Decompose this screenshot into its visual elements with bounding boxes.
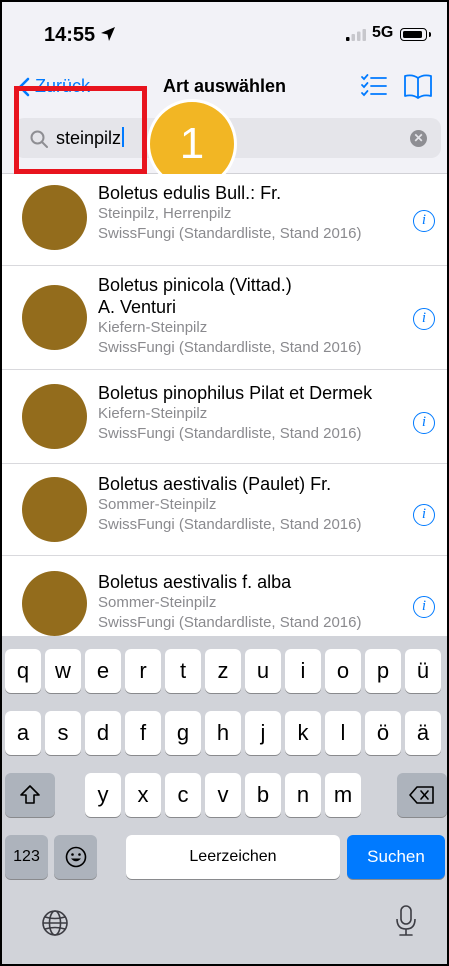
info-icon[interactable]: i bbox=[413, 210, 435, 232]
list-item[interactable]: Boletus aestivalis (Paulet) Fr. Sommer-S… bbox=[2, 464, 447, 556]
species-name: Boletus pinicola (Vittad.) bbox=[98, 275, 292, 295]
species-thumbnail bbox=[22, 285, 87, 350]
species-source: SwissFungi (Standardliste, Stand 2016) bbox=[98, 516, 362, 533]
key[interactable]: s bbox=[45, 711, 81, 755]
key[interactable]: j bbox=[245, 711, 281, 755]
common-name: Steinpilz, Herrenpilz bbox=[98, 205, 232, 222]
common-name: Sommer-Steinpilz bbox=[98, 594, 217, 611]
checklist-icon[interactable] bbox=[360, 72, 388, 100]
key[interactable]: y bbox=[85, 773, 121, 817]
species-thumbnail bbox=[22, 571, 87, 636]
species-name: Boletus aestivalis (Paulet) Fr. bbox=[98, 474, 332, 494]
list-item[interactable]: Boletus edulis Bull.: Fr. Steinpilz, Her… bbox=[2, 174, 447, 266]
results-list: Boletus edulis Bull.: Fr. Steinpilz, Her… bbox=[2, 174, 447, 636]
species-thumbnail bbox=[22, 185, 87, 250]
key[interactable]: q bbox=[5, 649, 41, 693]
location-arrow-icon bbox=[101, 27, 115, 41]
key[interactable]: d bbox=[85, 711, 121, 755]
species-name: Boletus aestivalis f. alba bbox=[98, 572, 292, 592]
app-frame: 14:55 5G Zurück Art auswählen steinpilz … bbox=[0, 0, 449, 966]
key[interactable]: u bbox=[245, 649, 281, 693]
species-source: SwissFungi (Standardliste, Stand 2016) bbox=[98, 614, 362, 631]
key[interactable]: p bbox=[365, 649, 401, 693]
species-source: SwissFungi (Standardliste, Stand 2016) bbox=[98, 425, 362, 442]
list-item[interactable]: Boletus aestivalis f. alba Sommer-Steinp… bbox=[2, 556, 447, 636]
key[interactable]: ü bbox=[405, 649, 441, 693]
key[interactable]: o bbox=[325, 649, 361, 693]
clear-search-button[interactable]: ✕ bbox=[410, 130, 427, 147]
common-name: Kiefern-Steinpilz bbox=[98, 319, 208, 336]
species-thumbnail bbox=[22, 477, 87, 542]
shift-icon bbox=[20, 785, 40, 804]
list-item[interactable]: Boletus pinicola (Vittad.) A. Venturi Ki… bbox=[2, 266, 447, 370]
common-name: Sommer-Steinpilz bbox=[98, 496, 217, 513]
emoji-icon bbox=[65, 846, 86, 868]
key[interactable]: x bbox=[125, 773, 161, 817]
species-name-cont: A. Venturi bbox=[98, 297, 177, 317]
signal-icon bbox=[346, 29, 366, 41]
key[interactable]: v bbox=[205, 773, 241, 817]
book-icon[interactable] bbox=[403, 72, 433, 100]
key[interactable]: k bbox=[285, 711, 321, 755]
shift-key[interactable] bbox=[5, 773, 55, 817]
backspace-key[interactable] bbox=[397, 773, 447, 817]
key[interactable]: b bbox=[245, 773, 281, 817]
species-source: SwissFungi (Standardliste, Stand 2016) bbox=[98, 339, 362, 356]
keyboard: q w e r t z u i o p ü a s d f g h j k l … bbox=[2, 636, 447, 964]
species-name: Boletus edulis Bull.: Fr. bbox=[98, 183, 282, 203]
key[interactable]: h bbox=[205, 711, 241, 755]
backspace-icon bbox=[409, 786, 434, 804]
key[interactable]: ä bbox=[405, 711, 441, 755]
list-item[interactable]: Boletus pinophilus Pilat et Dermek Kiefe… bbox=[2, 370, 447, 464]
key[interactable]: f bbox=[125, 711, 161, 755]
network-type: 5G bbox=[372, 24, 394, 41]
key[interactable]: m bbox=[325, 773, 361, 817]
common-name: Kiefern-Steinpilz bbox=[98, 405, 208, 422]
globe-icon[interactable] bbox=[40, 908, 70, 938]
space-key[interactable]: Leerzeichen bbox=[126, 835, 340, 879]
key[interactable]: z bbox=[205, 649, 241, 693]
status-bar: 14:55 5G bbox=[2, 2, 447, 64]
key[interactable]: a bbox=[5, 711, 41, 755]
microphone-icon[interactable] bbox=[394, 904, 418, 938]
key[interactable]: g bbox=[165, 711, 201, 755]
emoji-key[interactable] bbox=[54, 835, 97, 879]
key[interactable]: i bbox=[285, 649, 321, 693]
species-thumbnail bbox=[22, 384, 87, 449]
key[interactable]: c bbox=[165, 773, 201, 817]
key[interactable]: t bbox=[165, 649, 201, 693]
key[interactable]: w bbox=[45, 649, 81, 693]
key[interactable]: r bbox=[125, 649, 161, 693]
info-icon[interactable]: i bbox=[413, 596, 435, 618]
search-key[interactable]: Suchen bbox=[347, 835, 445, 879]
info-icon[interactable]: i bbox=[413, 308, 435, 330]
key[interactable]: l bbox=[325, 711, 361, 755]
info-icon[interactable]: i bbox=[413, 412, 435, 434]
search-highlight-box bbox=[14, 86, 147, 174]
key[interactable]: e bbox=[85, 649, 121, 693]
numbers-key[interactable]: 123 bbox=[5, 835, 48, 879]
species-source: SwissFungi (Standardliste, Stand 2016) bbox=[98, 225, 362, 242]
species-name: Boletus pinophilus Pilat et Dermek bbox=[98, 383, 373, 403]
status-time: 14:55 bbox=[44, 24, 96, 46]
key[interactable]: ö bbox=[365, 711, 401, 755]
battery-icon bbox=[400, 28, 431, 41]
key[interactable]: n bbox=[285, 773, 321, 817]
info-icon[interactable]: i bbox=[413, 504, 435, 526]
